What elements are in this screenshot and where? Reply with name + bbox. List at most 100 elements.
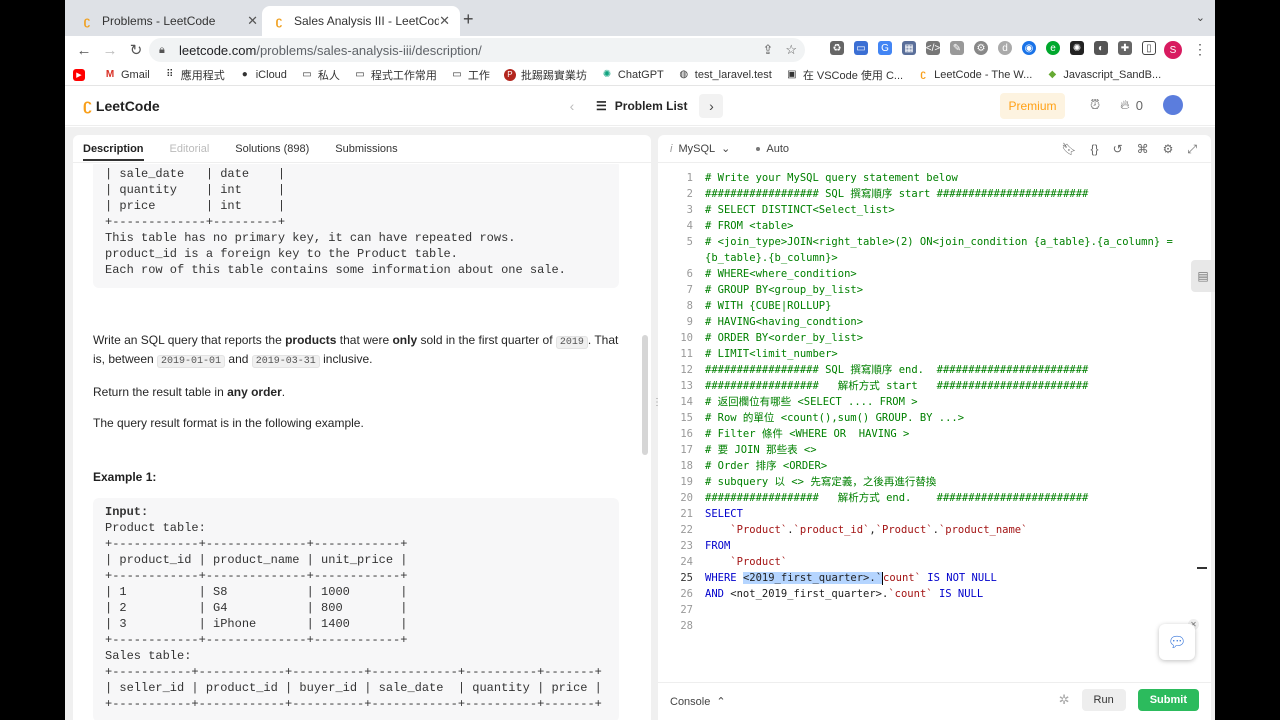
format-note: The query result format is in the follow… xyxy=(93,416,364,430)
bookmark-gmail[interactable]: M Gmail xyxy=(104,69,150,81)
folder-icon: ▭ xyxy=(452,69,462,80)
window-extension-icon[interactable]: ▭ xyxy=(854,41,868,55)
shortcut-command-icon[interactable]: ⌘ xyxy=(1137,142,1149,157)
bookmark-label: Javascript_SandB... xyxy=(1063,68,1162,81)
panel-resize-handle[interactable]: ⋮ xyxy=(652,397,662,408)
code-line: 24 `Product` xyxy=(680,556,788,568)
bookmark-leetcode[interactable]: ʗ LeetCode - The W... xyxy=(917,69,1032,81)
code-line: 20 ################## 解析方式 end. #########… xyxy=(680,492,1089,504)
bookmark-vscode[interactable]: ▣ 在 VSCode 使用 C... xyxy=(786,67,903,83)
next-problem-chevron-icon[interactable]: › xyxy=(699,94,724,118)
console-label: Console xyxy=(670,695,711,708)
leetcode-favicon-icon: ʗ xyxy=(83,14,91,28)
language-select[interactable]: i MySQL ⌄ xyxy=(670,142,730,156)
tab-title: Sales Analysis III - LeetCode xyxy=(294,14,440,28)
gear-extension-icon[interactable]: ⚙ xyxy=(974,41,988,55)
bookmark-folder-work-tools[interactable]: ▭ 程式工作常用 xyxy=(354,67,437,83)
sales-schema-block: | sale_date | date | | quantity | int | … xyxy=(93,164,619,288)
apps-grid-icon: ⠿ xyxy=(166,69,174,80)
bookmark-chatgpt[interactable]: ✺ ChatGPT xyxy=(601,69,664,81)
debug-bug-icon[interactable]: ✲ xyxy=(1059,692,1070,708)
bookmark-ptt[interactable]: P 批踢踢實業坊 xyxy=(503,67,587,83)
bookmark-js-sandbox[interactable]: ◆ Javascript_SandB... xyxy=(1046,69,1161,81)
run-button[interactable]: Run xyxy=(1081,689,1126,711)
close-icon[interactable]: ✕ xyxy=(439,13,450,29)
code-editor[interactable]: 1 # Write your MySQL query statement belo… xyxy=(658,170,1211,682)
lock-icon[interactable]: 🔒︎ xyxy=(159,44,171,57)
back-arrow-icon[interactable]: ← xyxy=(71,42,97,59)
youtube-icon: ▶ xyxy=(73,68,85,81)
bookmark-apps[interactable]: ⠿ 應用程式 xyxy=(164,67,225,83)
problem-list-label: Problem List xyxy=(614,99,688,113)
eye-extension-icon[interactable]: ◉ xyxy=(1022,41,1036,55)
bookmark-icon[interactable]: 🔖︎ xyxy=(1061,142,1076,157)
tab-sales-analysis[interactable]: ʗ Sales Analysis III - LeetCode ✕ xyxy=(262,6,460,36)
reload-icon[interactable]: ↻ xyxy=(123,41,149,59)
bookmark-youtube[interactable]: ▶ xyxy=(73,68,90,81)
console-toggle[interactable]: Console ⌃ xyxy=(670,695,726,709)
tab-solutions[interactable]: Solutions (898) xyxy=(235,143,335,155)
chat-bubble-icon: 💬︎ xyxy=(1167,634,1187,651)
text-bold: any order xyxy=(227,385,282,399)
info-icon: i xyxy=(670,142,673,155)
problem-nav: ‹ ☰ Problem List › xyxy=(560,94,724,118)
menu-kebab-icon[interactable]: ⋮ xyxy=(1193,41,1207,58)
pen-extension-icon[interactable]: ✎ xyxy=(950,41,964,55)
extensions-bar: ♻ ▭ G ▦ </> ✎ ⚙ d ◉ e ✺ ◐ ✚ ▯ xyxy=(830,41,1156,55)
submit-button[interactable]: Submit xyxy=(1137,689,1199,711)
leetcode-logo[interactable]: ʗ LeetCode xyxy=(83,97,160,115)
streak-counter[interactable]: 🔥︎ 0 xyxy=(1120,97,1143,113)
text: Return the result table in xyxy=(93,385,228,399)
translate-extension-icon[interactable]: G xyxy=(878,41,892,55)
tab-problems[interactable]: ʗ Problems - LeetCode ✕ xyxy=(70,6,268,36)
tab-description[interactable]: Description xyxy=(83,143,144,161)
d-extension-icon[interactable]: d xyxy=(998,41,1012,55)
bookmark-label: Gmail xyxy=(121,68,150,81)
forward-arrow-icon[interactable]: → xyxy=(97,42,123,59)
code-extension-icon[interactable]: </> xyxy=(926,41,940,55)
bookmark-label: 程式工作常用 xyxy=(370,69,437,82)
problem-list-button[interactable]: ☰ Problem List xyxy=(596,99,687,113)
user-avatar[interactable] xyxy=(1162,95,1183,115)
new-tab-plus-icon[interactable]: + xyxy=(463,9,474,30)
text-bold: only xyxy=(392,333,418,347)
chevron-down-icon[interactable]: ⌄ xyxy=(1196,11,1205,24)
bookmark-folder-private[interactable]: ▭ 私人 xyxy=(301,67,340,83)
dark-extension-icon[interactable]: ◐ xyxy=(1094,41,1108,55)
image-extension-icon[interactable]: ▦ xyxy=(902,41,916,55)
braces-format-icon[interactable]: {} xyxy=(1091,142,1099,157)
profile-avatar[interactable]: S xyxy=(1164,41,1182,59)
fullscreen-icon[interactable]: ⤢ xyxy=(1187,142,1197,157)
settings-gear-icon[interactable]: ⚙ xyxy=(1163,142,1174,157)
timer-alarm-icon[interactable]: ⏰︎ xyxy=(1090,97,1100,113)
close-icon[interactable]: ✕ xyxy=(247,13,258,29)
share-icon[interactable]: ⇪ xyxy=(762,42,773,58)
prev-problem-chevron-icon[interactable]: ‹ xyxy=(560,94,584,118)
chat-assistant-button[interactable]: 💬︎ xyxy=(1159,624,1195,660)
scrollbar[interactable] xyxy=(642,335,648,455)
reset-icon[interactable]: ↺ xyxy=(1113,142,1123,157)
tab-editorial[interactable]: Editorial xyxy=(170,143,236,155)
recycle-extension-icon[interactable]: ♻ xyxy=(830,41,844,55)
auto-mode-toggle[interactable]: Auto xyxy=(756,143,789,155)
bookmark-icloud[interactable]: ● iCloud xyxy=(239,69,287,81)
bookmark-laravel[interactable]: ◍ test_laravel.test xyxy=(678,68,772,81)
sandbox-icon: ◆ xyxy=(1048,69,1057,80)
leetcode-favicon-icon: ʗ xyxy=(275,14,283,28)
bookmark-star-icon[interactable]: ☆ xyxy=(785,42,797,58)
inline-code: 2019-03-31 xyxy=(251,355,320,368)
document-side-tab-icon[interactable]: ▤ xyxy=(1191,260,1215,292)
premium-button[interactable]: Premium xyxy=(1000,93,1065,119)
evernote-extension-icon[interactable]: e xyxy=(1046,41,1060,55)
puzzle-extensions-icon[interactable]: ✚ xyxy=(1118,41,1132,55)
tab-submissions[interactable]: Submissions xyxy=(335,143,423,155)
list-icon: ☰ xyxy=(596,99,607,113)
gmail-icon: M xyxy=(105,69,115,80)
bookmark-folder-work[interactable]: ▭ 工作 xyxy=(451,67,490,83)
code-line: 17 # 要 JOIN 那些表 <> xyxy=(680,444,817,456)
address-bar[interactable]: 🔒︎ leetcode.com/problems/sales-analysis-… xyxy=(149,38,805,62)
sidepanel-icon[interactable]: ▯ xyxy=(1142,41,1156,55)
bookmark-label: test_laravel.test xyxy=(694,68,772,81)
scroll-marker xyxy=(1197,567,1207,569)
chatgpt-extension-icon[interactable]: ✺ xyxy=(1070,41,1084,55)
